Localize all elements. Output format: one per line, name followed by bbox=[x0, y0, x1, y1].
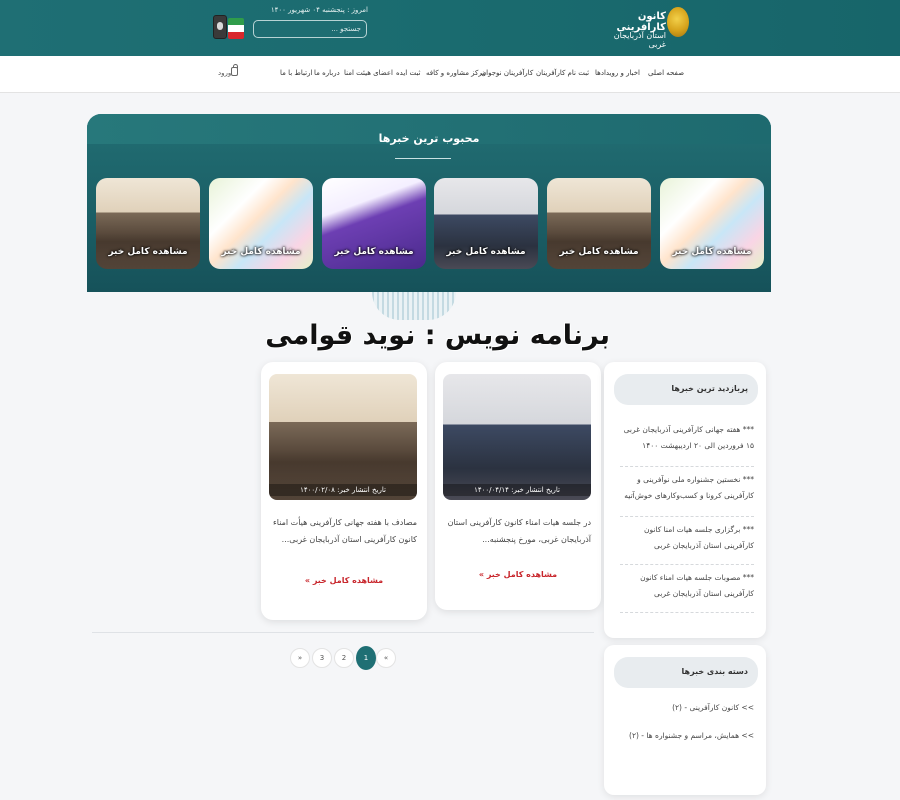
popular-card-label[interactable]: مشاهده کامل خبر bbox=[547, 247, 651, 257]
nav-submit-idea[interactable]: ثبت ایده bbox=[396, 69, 420, 77]
popular-card[interactable]: مشاهده کامل خبر bbox=[209, 178, 313, 269]
news-photo[interactable]: تاریخ انتشار خبر: ۱۴۰۰/۰۴/۱۴ bbox=[443, 374, 591, 500]
pagination-page-2[interactable]: 2 bbox=[334, 648, 354, 668]
top-news-item[interactable]: *** نخستین جشنواره ملی نوآفرینی و کارآفر… bbox=[620, 472, 754, 504]
nav-news-events[interactable]: اخبار و رویدادها bbox=[595, 69, 640, 77]
search-input[interactable] bbox=[253, 20, 367, 38]
nav-about[interactable]: درباره ما bbox=[314, 69, 340, 77]
logo-title[interactable]: کانون کارآفرینی bbox=[604, 11, 666, 33]
news-card: تاریخ انتشار خبر: ۱۴۰۰/۰۴/۱۴ در جلسه هیا… bbox=[435, 362, 601, 610]
item-separator bbox=[620, 516, 754, 517]
popular-card-label[interactable]: مشاهده کامل خبر bbox=[660, 247, 764, 257]
top-news-item[interactable]: *** برگزاری جلسه هیات امنا کانون کارآفری… bbox=[620, 522, 754, 554]
popular-card[interactable]: مشاهده کامل خبر bbox=[547, 178, 651, 269]
news-card: تاریخ انتشار خبر: ۱۴۰۰/۰۲/۰۸ مصادف با هف… bbox=[261, 362, 427, 620]
pagination-page-1[interactable]: 1 bbox=[356, 646, 376, 670]
news-date: تاریخ انتشار خبر: ۱۴۰۰/۰۴/۱۴ bbox=[443, 484, 591, 496]
logo-subtitle: استان آذربایجان غربی bbox=[613, 31, 666, 49]
news-photo[interactable]: تاریخ انتشار خبر: ۱۴۰۰/۰۲/۰۸ bbox=[269, 374, 417, 500]
popular-news-title: محبوب ترین خبرها bbox=[378, 132, 480, 145]
categories-widget: دسته بندی خبرها >> کانون کارآفرینی - (۲)… bbox=[604, 645, 766, 795]
nav-entrepreneur-register[interactable]: ثبت نام کارآفرینان bbox=[536, 69, 589, 77]
popular-card[interactable]: مشاهده کامل خبر bbox=[434, 178, 538, 269]
popular-card-label[interactable]: مشاهده کامل خبر bbox=[434, 247, 538, 257]
popular-card[interactable]: مشاهده کامل خبر bbox=[96, 178, 200, 269]
news-date: تاریخ انتشار خبر: ۱۴۰۰/۰۲/۰۸ bbox=[269, 484, 417, 496]
read-more-link[interactable]: مشاهده کامل خبر » bbox=[435, 570, 601, 579]
site-header: کانون کارآفرینی استان آذربایجان غربی امر… bbox=[0, 0, 900, 56]
news-excerpt: مصادف با هفته جهانی کارآفرینی هیأت امناء… bbox=[273, 518, 417, 544]
today-date: امروز : پنجشنبه ۰۴ شهریور ۱۴۰۰ bbox=[270, 6, 368, 14]
popular-card-label[interactable]: مشاهده کامل خبر bbox=[209, 247, 313, 257]
pagination-next[interactable]: « bbox=[376, 648, 396, 668]
content-divider bbox=[92, 632, 594, 633]
popular-news-section: محبوب ترین خبرها مشاهده کامل خبر مشاهده … bbox=[87, 114, 771, 292]
item-separator bbox=[620, 612, 754, 613]
emblem-icon bbox=[213, 15, 227, 39]
category-item[interactable]: >> کانون کارآفرینی - (۲) bbox=[620, 703, 754, 712]
developer-watermark: برنامه نویس : نوید قوامی bbox=[265, 320, 610, 351]
nav-contact[interactable]: ارتباط با ما bbox=[280, 69, 312, 77]
popular-card[interactable]: مشاهده کامل خبر bbox=[322, 178, 426, 269]
widget-header: پربازدید ترین خبرها bbox=[614, 374, 758, 405]
ornament-decoration bbox=[372, 292, 456, 320]
category-item[interactable]: >> همایش، مراسم و جشنواره ها - (۲) bbox=[620, 731, 754, 740]
nav-teen-entrepreneurs[interactable]: کارآفرینان نوجوان bbox=[481, 69, 533, 77]
lock-icon bbox=[231, 64, 238, 76]
popular-card-label[interactable]: مشاهده کامل خبر bbox=[96, 247, 200, 257]
item-separator bbox=[620, 466, 754, 467]
news-excerpt: در جلسه هیات امناء کانون کارآفرینی استان… bbox=[447, 518, 591, 544]
nav-home[interactable]: صفحه اصلی bbox=[648, 69, 684, 77]
pagination-prev[interactable]: » bbox=[290, 648, 310, 668]
login-label: ورود bbox=[218, 69, 232, 77]
logo-icon[interactable] bbox=[667, 7, 689, 37]
popular-card-label[interactable]: مشاهده کامل خبر bbox=[322, 247, 426, 257]
pagination-page-3[interactable]: 3 bbox=[312, 648, 332, 668]
main-nav: صفحه اصلی اخبار و رویدادها ثبت نام کارآف… bbox=[0, 56, 900, 93]
top-news-item[interactable]: *** مصوبات جلسه هیات امناء کانون کارآفری… bbox=[620, 570, 754, 602]
title-underline bbox=[395, 158, 451, 159]
nav-board-members[interactable]: اعضای هیئت امنا bbox=[344, 69, 393, 77]
widget-header: دسته بندی خبرها bbox=[614, 657, 758, 688]
popular-card[interactable]: مشاهده کامل خبر bbox=[660, 178, 764, 269]
widget-title: دسته بندی خبرها bbox=[681, 667, 748, 676]
read-more-link[interactable]: مشاهده کامل خبر » bbox=[261, 576, 427, 585]
top-news-widget: پربازدید ترین خبرها *** هفته جهانی کارآف… bbox=[604, 362, 766, 638]
top-news-item[interactable]: *** هفته جهانی کارآفرینی آذربایجان غربی … bbox=[620, 422, 754, 454]
widget-title: پربازدید ترین خبرها bbox=[671, 384, 748, 393]
iran-flag-icon bbox=[228, 18, 244, 39]
login-link[interactable]: ورود bbox=[218, 64, 242, 83]
item-separator bbox=[620, 564, 754, 565]
nav-counseling-cafe[interactable]: مرکز مشاوره و کافه bbox=[426, 69, 486, 77]
